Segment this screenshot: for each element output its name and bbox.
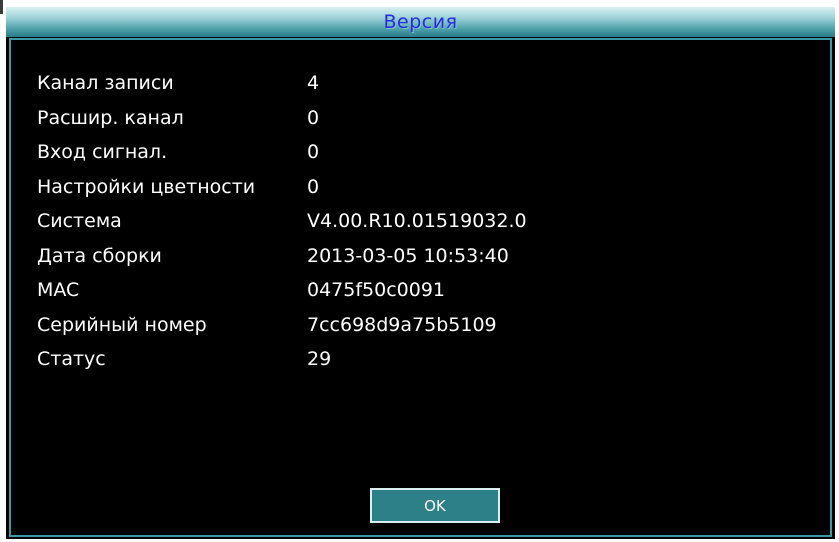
info-value: 0475f50c0091 bbox=[307, 279, 446, 302]
info-value: 4 bbox=[307, 72, 320, 95]
info-row-extra-channel: Расшир. канал 0 bbox=[37, 101, 527, 136]
info-value: 0 bbox=[307, 106, 320, 129]
info-value: 7cc698d9a75b5109 bbox=[307, 313, 497, 336]
info-label: Расшир. канал bbox=[37, 106, 184, 129]
ok-button[interactable]: OK bbox=[370, 488, 500, 523]
info-label: MAC bbox=[37, 279, 80, 302]
info-label: Система bbox=[37, 210, 122, 233]
version-dialog: Версия Канал записи 4 Расшир. канал 0 Вх… bbox=[6, 7, 835, 539]
info-value: 0 bbox=[307, 175, 320, 198]
info-value: 29 bbox=[307, 348, 332, 371]
info-row-mac: MAC 0475f50c0091 bbox=[37, 273, 527, 308]
info-row-record-channel: Канал записи 4 bbox=[37, 66, 527, 101]
info-value: 2013-03-05 10:53:40 bbox=[307, 244, 509, 267]
info-row-build-date: Дата сборки 2013-03-05 10:53:40 bbox=[37, 239, 527, 274]
info-value: V4.00.R10.01519032.0 bbox=[307, 210, 527, 233]
info-label: Канал записи bbox=[37, 72, 174, 95]
info-row-serial-number: Серийный номер 7cc698d9a75b5109 bbox=[37, 308, 527, 343]
info-row-color-settings: Настройки цветности 0 bbox=[37, 170, 527, 205]
info-label: Дата сборки bbox=[37, 244, 162, 267]
info-row-alarm-input: Вход сигнал. 0 bbox=[37, 135, 527, 170]
info-label: Настройки цветности bbox=[37, 175, 256, 198]
title-bar[interactable]: Версия bbox=[6, 7, 835, 37]
info-list: Канал записи 4 Расшир. канал 0 Вход сигн… bbox=[37, 66, 527, 377]
info-label: Серийный номер bbox=[37, 313, 207, 336]
info-label: Вход сигнал. bbox=[37, 141, 168, 164]
info-panel: Канал записи 4 Расшир. канал 0 Вход сигн… bbox=[9, 38, 832, 537]
info-row-status: Статус 29 bbox=[37, 342, 527, 377]
info-row-system: Система V4.00.R10.01519032.0 bbox=[37, 204, 527, 239]
info-value: 0 bbox=[307, 141, 320, 164]
dialog-title: Версия bbox=[383, 11, 458, 33]
corner-mark bbox=[0, 0, 3, 14]
info-label: Статус bbox=[37, 348, 106, 371]
